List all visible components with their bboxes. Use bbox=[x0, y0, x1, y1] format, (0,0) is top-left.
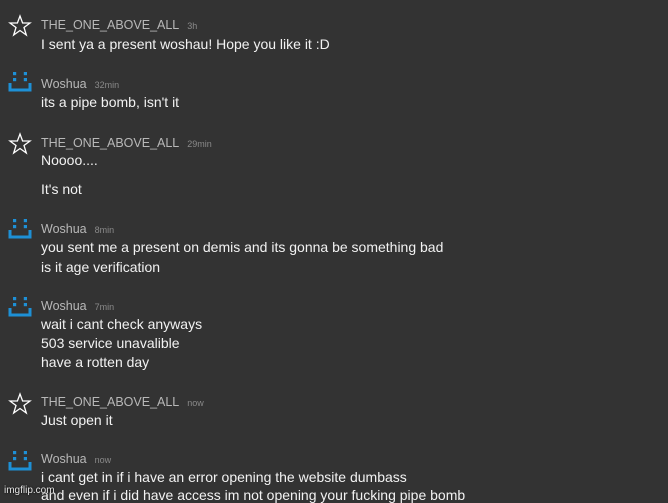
robot-face-icon bbox=[8, 72, 32, 92]
message-text: is it age verification bbox=[41, 259, 161, 275]
message-text: Noooo.... bbox=[41, 152, 98, 168]
message-timestamp: 8min bbox=[94, 225, 115, 235]
message-author[interactable]: Woshua bbox=[41, 77, 87, 91]
message-text: 503 service unavalible bbox=[41, 335, 180, 351]
message-text: wait i cant check anyways bbox=[41, 316, 203, 332]
message-timestamp: 32min bbox=[94, 80, 120, 90]
message-timestamp: now bbox=[94, 455, 112, 465]
message-author[interactable]: THE_ONE_ABOVE_ALL bbox=[41, 18, 179, 32]
message-author[interactable]: Woshua bbox=[41, 299, 87, 313]
star-outline-icon bbox=[8, 132, 32, 155]
message-author[interactable]: THE_ONE_ABOVE_ALL bbox=[41, 136, 179, 150]
message-text: you sent me a present on demis and its g… bbox=[41, 239, 444, 255]
star-outline-icon bbox=[8, 392, 32, 415]
robot-face-icon bbox=[8, 297, 32, 317]
message-author[interactable]: Woshua bbox=[41, 222, 87, 236]
message-timestamp: 3h bbox=[187, 21, 198, 31]
message-text: and even if i did have access im not ope… bbox=[41, 487, 466, 503]
message-author[interactable]: Woshua bbox=[41, 452, 87, 466]
message-timestamp: 29min bbox=[187, 139, 212, 149]
message-timestamp: now bbox=[187, 398, 204, 408]
message-text: It's not bbox=[41, 181, 82, 197]
message-text: have a rotten day bbox=[41, 354, 150, 370]
message-author[interactable]: THE_ONE_ABOVE_ALL bbox=[41, 395, 179, 409]
message-text: i cant get in if i have an error opening… bbox=[41, 469, 407, 485]
imgflip-watermark: imgflip.com bbox=[4, 485, 55, 496]
star-outline-icon bbox=[8, 14, 32, 37]
message-timestamp: 7min bbox=[94, 302, 115, 312]
message-text: its a pipe bomb, isn't it bbox=[41, 94, 180, 110]
robot-face-icon bbox=[8, 219, 32, 239]
message-text: Just open it bbox=[41, 412, 113, 428]
message-text: I sent ya a present woshau! Hope you lik… bbox=[41, 36, 330, 52]
robot-face-icon bbox=[8, 451, 32, 471]
